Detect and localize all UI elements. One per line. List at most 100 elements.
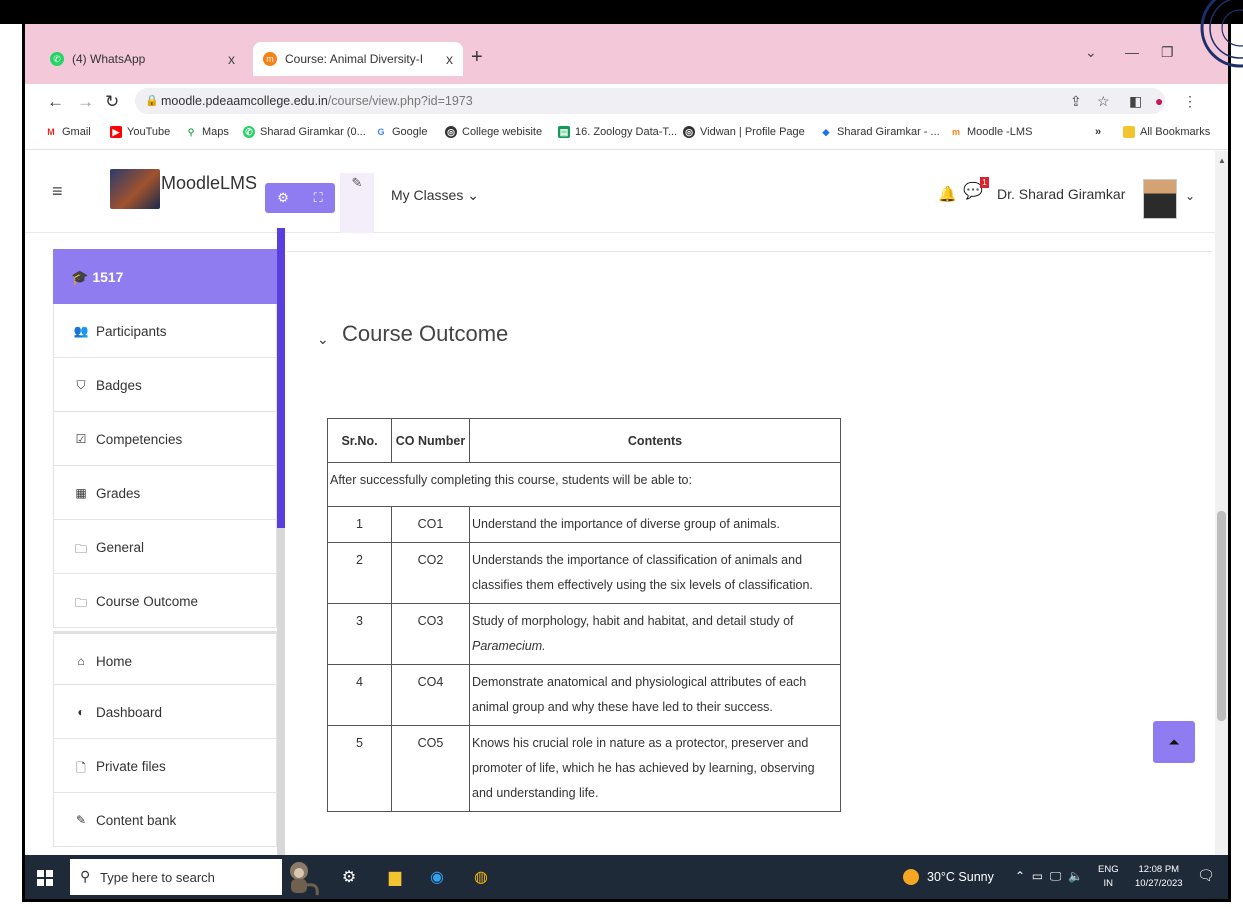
co-number-cell: CO4 [391,664,470,726]
bookmark-vidwan[interactable]: ◎ Vidwan | Profile Page [683,126,805,138]
edit-icon[interactable]: ✎ [340,173,374,233]
bookmark-youtube[interactable]: ▶ YouTube [110,126,170,138]
folder-icon: 🗀 [74,542,87,556]
bookmarks-bar: M Gmail ▶ YouTube ⚲ Maps ✆ Sharad Giramkar (… [25,120,1228,150]
side-panel-icon[interactable]: ◧ [1129,93,1142,110]
bookmark-label: YouTube [127,126,171,138]
profile-icon[interactable]: ● [1155,93,1163,109]
sidebar-item-general[interactable]: 🗀 General [53,520,277,574]
bookmark-sharad-whatsapp[interactable]: ✆ Sharad Giramkar (0... [243,126,366,138]
bookmark-label: All Bookmarks [1140,126,1211,138]
notification-icon[interactable]: 🗨 [1197,867,1215,884]
bookmark-label: Moodle -LMS [967,126,1033,138]
star-icon[interactable]: ☆ [1097,93,1110,110]
collapse-chevron-icon[interactable]: ⌄ [317,331,329,348]
site-logo[interactable] [110,169,160,209]
system-tray-icons[interactable]: ⌃ ▭ 🖵 🔈 [1015,869,1083,884]
bookmark-label: Gmail [62,126,91,138]
moodle-icon: m [950,126,962,138]
sidebar-item-home[interactable]: ⌂ Home [53,631,277,685]
bookmark-moodle-lms[interactable]: m Moodle -LMS [950,126,1032,138]
sidebar-item-course-outcome[interactable]: 🗀 Course Outcome [53,574,277,628]
weather-widget[interactable]: 30°C Sunny [903,869,994,885]
checkbox-icon: ☑ [75,432,87,446]
contents-cell: Understand the importance of diverse gro… [469,506,841,543]
course-sidebar: 🎓 1517 👥 Participants ⛉ Badges ☑ Competencies… [53,249,277,899]
scroll-to-top-button[interactable]: ⏶ [1153,721,1195,763]
taskbar-search-input[interactable]: ⚲ Type here to search [70,859,282,895]
bookmark-google[interactable]: G Google [375,126,427,138]
hamburger-menu-icon[interactable]: ≡ [52,181,63,202]
table-row: 4 CO4 Demonstrate anatomical and physiolog… [327,664,841,726]
minimize-button[interactable]: — [1125,44,1139,60]
sidebar-scrollbar[interactable] [277,228,285,528]
file-explorer-icon[interactable]: ▆ [383,865,407,889]
home-icon: ⌂ [77,654,85,668]
page-scrollbar[interactable]: ▲ ▼ [1215,151,1228,899]
sidebar-item-competencies[interactable]: ☑ Competencies [53,412,277,466]
bell-icon[interactable]: 🔔 [938,185,957,203]
avatar[interactable] [1143,179,1177,219]
contents-cell: Study of morphology, habit and habitat, … [469,603,841,665]
menu-icon[interactable]: ⋮ [1183,93,1197,110]
site-brand[interactable]: MoodleLMS [161,173,257,194]
sidebar-item-label: Dashboard [96,705,163,720]
sidebar-item-course[interactable]: 🎓 1517 [53,249,277,304]
contents-text: Understands the importance of classifica… [472,553,813,592]
new-tab-button[interactable]: + [471,46,483,69]
moodle-icon: m [263,52,277,66]
restore-button[interactable]: ❐ [1161,44,1174,61]
user-menu-chevron-icon[interactable]: ⌄ [1185,189,1195,203]
sidebar-item-badges[interactable]: ⛉ Badges [53,358,277,412]
column-header: Sr.No. [327,418,392,463]
table-icon: ▦ [75,486,87,500]
tab-whatsapp[interactable]: ✆ (4) WhatsApp x [40,44,245,74]
all-bookmarks-button[interactable]: All Bookmarks [1123,126,1210,138]
settings-icon[interactable]: ⚙ [277,190,289,206]
contents-cell: Demonstrate anatomical and physiological… [469,664,841,726]
google-icon: G [375,126,387,138]
co-number-cell: CO2 [391,542,470,604]
sidebar-item-grades[interactable]: ▦ Grades [53,466,277,520]
forward-icon[interactable]: → [77,92,94,112]
admin-tools[interactable]: ⚙ ⛶ [265,183,335,213]
more-bookmarks-button[interactable]: » [1095,126,1101,138]
bookmark-gmail[interactable]: M Gmail [45,126,91,138]
sidebar-item-participants[interactable]: 👥 Participants [53,304,277,358]
tab-close-button[interactable]: x [446,51,453,67]
sidebar-item-dashboard[interactable]: ◐ Dashboard [53,685,277,739]
sidebar-item-content-bank[interactable]: ✎ Content bank [53,793,277,847]
tab-label: (4) WhatsApp [72,52,146,66]
settings-icon[interactable]: ⚙ [337,865,361,889]
user-name[interactable]: Dr. Sharad Giramkar [997,186,1125,202]
scrollbar-thumb[interactable] [1217,511,1226,721]
table-row: After successfully completing this cours… [327,462,841,507]
sr-number-cell: 1 [327,506,392,543]
address-bar[interactable]: 🔒 moodle.pdeaamcollege.edu.in/course/vie… [135,88,1165,114]
sitemap-icon[interactable]: ⛶ [314,190,323,206]
share-icon[interactable]: ⇪ [1070,93,1082,110]
bookmark-college-website[interactable]: ◎ College webisite [445,126,542,138]
input-language[interactable]: ENG IN [1098,863,1119,891]
tab-close-button[interactable]: x [228,51,235,67]
edge-icon[interactable]: ◉ [425,865,449,889]
tab-search-chevron-icon[interactable]: ⌄ [1085,44,1097,61]
co-number-cell: CO3 [391,603,470,665]
reload-icon[interactable]: ↻ [105,92,119,112]
table-row: 5 CO5 Knows his crucial role in nature as … [327,725,841,812]
tab-course[interactable]: m Course: Animal Diversity-I x [253,42,463,76]
contents-text: Demonstrate anatomical and physiological… [472,675,807,714]
sidebar-item-private-files[interactable]: 🗋 Private files [53,739,277,793]
windows-start-icon[interactable] [37,870,53,886]
url-host: moodle.pdeaamcollege.edu.in [161,94,328,108]
my-classes-menu[interactable]: My Classes ⌄ [391,187,479,204]
co-number-cell: CO5 [391,725,470,812]
bookmark-zoology-data[interactable]: ▤ 16. Zoology Data-T... [558,126,677,138]
scroll-up-icon[interactable]: ▲ [1218,156,1226,165]
bookmark-maps[interactable]: ⚲ Maps [185,126,229,138]
taskbar-clock[interactable]: 12:08 PM 10/27/2023 [1135,863,1183,891]
bookmark-sharad-scholar[interactable]: ◆ Sharad Giramkar - ... [820,126,940,138]
back-icon[interactable]: ← [47,92,64,112]
folder-icon [1123,126,1135,138]
chrome-icon[interactable]: ◍ [469,865,493,889]
